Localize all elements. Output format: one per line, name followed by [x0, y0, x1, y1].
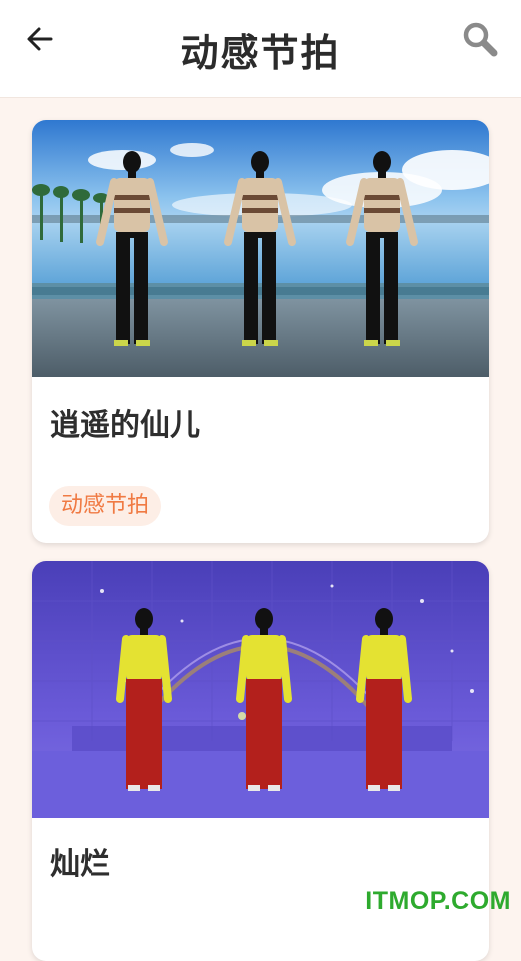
video-title: 灿烂 — [50, 839, 110, 883]
video-thumbnail[interactable] — [32, 120, 489, 377]
search-button[interactable] — [459, 18, 501, 60]
category-tag[interactable]: 动感节拍 — [49, 486, 161, 526]
dancer-figures — [100, 151, 414, 346]
app-header: 动感节拍 — [0, 0, 521, 98]
video-title: 逍遥的仙儿 — [50, 400, 200, 444]
page-title: 动感节拍 — [0, 22, 521, 77]
video-thumbnail[interactable] — [32, 561, 489, 818]
search-icon — [461, 20, 499, 58]
dance-video-image — [32, 120, 489, 377]
site-watermark: ITMOP.COM — [365, 887, 511, 916]
video-card[interactable]: 逍遥的仙儿 动感节拍 — [32, 120, 489, 543]
dance-video-image — [32, 561, 489, 818]
